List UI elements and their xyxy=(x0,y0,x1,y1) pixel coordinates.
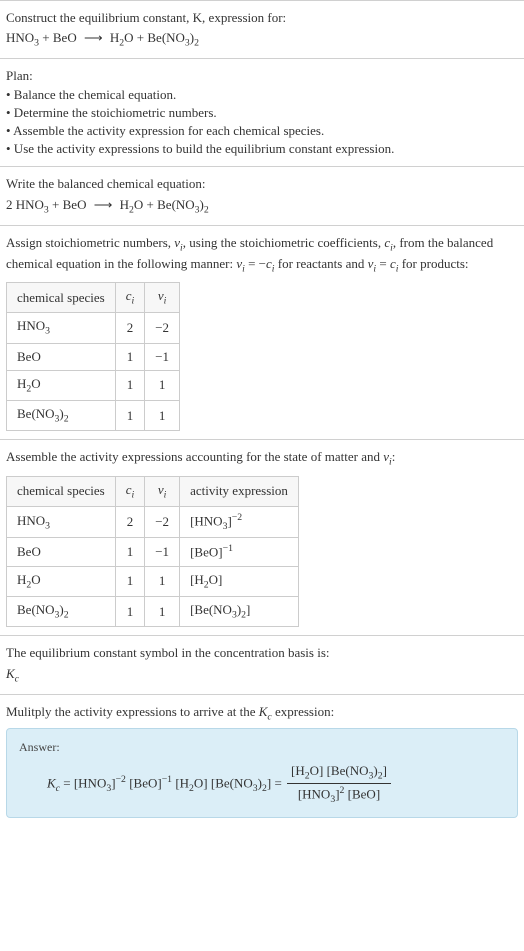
cell-species: HNO3 xyxy=(7,506,116,538)
cell-species: HNO3 xyxy=(7,313,116,343)
symbol-section: The equilibrium constant symbol in the c… xyxy=(0,635,524,693)
plan-bullet-4: • Use the activity expressions to build … xyxy=(6,140,518,158)
cell-species: Be(NO3)2 xyxy=(7,401,116,431)
col-species: chemical species xyxy=(7,476,116,506)
activity-table: chemical species ci νi activity expressi… xyxy=(6,476,299,628)
answer-box: Answer: Kc = [HNO3]−2 [BeO]−1 [H2O] [Be(… xyxy=(6,728,518,818)
cell-activity: [HNO3]−2 xyxy=(180,506,299,538)
cell-species: BeO xyxy=(7,343,116,370)
reaction-arrow-icon: ⟶ xyxy=(80,30,107,45)
plan-bullet-3: • Assemble the activity expression for e… xyxy=(6,122,518,140)
cell-nui: 1 xyxy=(145,566,180,596)
col-nui: νi xyxy=(145,283,180,313)
cell-nui: 1 xyxy=(145,597,180,627)
kc-symbol: Kc xyxy=(6,665,518,686)
plan-bullet-2: • Determine the stoichiometric numbers. xyxy=(6,104,518,122)
cell-nui: −2 xyxy=(145,313,180,343)
stoich-section: Assign stoichiometric numbers, νi, using… xyxy=(0,225,524,440)
balanced-equation: 2 HNO3 + BeO ⟶ H2O + Be(NO3)2 xyxy=(6,196,518,217)
cell-species: BeO xyxy=(7,538,116,567)
prompt-text: Construct the equilibrium constant, K, e… xyxy=(6,10,286,25)
table-row: H2O 1 1 [H2O] xyxy=(7,566,299,596)
species-hno3: HNO3 xyxy=(6,30,39,45)
table-header-row: chemical species ci νi activity expressi… xyxy=(7,476,299,506)
cell-ci: 2 xyxy=(115,313,145,343)
species-beno32: Be(NO3)2 xyxy=(147,30,199,45)
kc-expression: Kc = [HNO3]−2 [BeO]−1 [H2O] [Be(NO3)2] =… xyxy=(19,762,505,807)
balanced-section: Write the balanced chemical equation: 2 … xyxy=(0,166,524,224)
answer-label: Answer: xyxy=(19,739,505,756)
prompt-line1: Construct the equilibrium constant, K, e… xyxy=(6,9,518,27)
col-ci: ci xyxy=(115,476,145,506)
stoich-text: Assign stoichiometric numbers, νi, using… xyxy=(6,234,518,276)
species-h2o: H2O xyxy=(110,30,134,45)
cell-ci: 1 xyxy=(115,566,145,596)
table-row: BeO 1 −1 xyxy=(7,343,180,370)
species-beo: BeO xyxy=(63,197,87,212)
table-row: HNO3 2 −2 xyxy=(7,313,180,343)
cell-ci: 1 xyxy=(115,370,145,400)
fraction-numerator: [H2O] [Be(NO3)2] xyxy=(287,762,391,784)
table-row: Be(NO3)2 1 1 [Be(NO3)2] xyxy=(7,597,299,627)
stoich-table: chemical species ci νi HNO3 2 −2 BeO 1 −… xyxy=(6,282,180,431)
cell-ci: 1 xyxy=(115,597,145,627)
col-nui: νi xyxy=(145,476,180,506)
cell-activity: [H2O] xyxy=(180,566,299,596)
reaction-arrow-icon: ⟶ xyxy=(90,197,117,212)
col-activity: activity expression xyxy=(180,476,299,506)
activity-section: Assemble the activity expressions accoun… xyxy=(0,439,524,635)
plan-bullet-1: • Balance the chemical equation. xyxy=(6,86,518,104)
table-row: Be(NO3)2 1 1 xyxy=(7,401,180,431)
symbol-text: The equilibrium constant symbol in the c… xyxy=(6,644,518,662)
cell-nui: −1 xyxy=(145,343,180,370)
fraction-denominator: [HNO3]2 [BeO] xyxy=(287,784,391,807)
table-row: BeO 1 −1 [BeO]−1 xyxy=(7,538,299,567)
multiply-section: Mulitply the activity expressions to arr… xyxy=(0,694,524,826)
table-row: HNO3 2 −2 [HNO3]−2 xyxy=(7,506,299,538)
table-header-row: chemical species ci νi xyxy=(7,283,180,313)
cell-ci: 1 xyxy=(115,343,145,370)
cell-activity: [BeO]−1 xyxy=(180,538,299,567)
cell-species: H2O xyxy=(7,370,116,400)
cell-nui: −1 xyxy=(145,538,180,567)
activity-heading: Assemble the activity expressions accoun… xyxy=(6,448,518,469)
cell-nui: −2 xyxy=(145,506,180,538)
cell-ci: 1 xyxy=(115,401,145,431)
prompt-equation: HNO3 + BeO ⟶ H2O + Be(NO3)2 xyxy=(6,29,518,50)
prompt-section: Construct the equilibrium constant, K, e… xyxy=(0,0,524,58)
cell-nui: 1 xyxy=(145,370,180,400)
species-h2o: H2O xyxy=(120,197,144,212)
cell-species: H2O xyxy=(7,566,116,596)
multiply-text: Mulitply the activity expressions to arr… xyxy=(6,703,518,724)
cell-nui: 1 xyxy=(145,401,180,431)
species-beno32: Be(NO3)2 xyxy=(157,197,209,212)
species-beo: BeO xyxy=(53,30,77,45)
cell-activity: [Be(NO3)2] xyxy=(180,597,299,627)
plan-heading: Plan: xyxy=(6,67,518,85)
balanced-heading: Write the balanced chemical equation: xyxy=(6,175,518,193)
species-hno3: HNO3 xyxy=(16,197,49,212)
table-row: H2O 1 1 xyxy=(7,370,180,400)
col-ci: ci xyxy=(115,283,145,313)
plan-section: Plan: • Balance the chemical equation. •… xyxy=(0,58,524,166)
cell-ci: 1 xyxy=(115,538,145,567)
fraction: [H2O] [Be(NO3)2] [HNO3]2 [BeO] xyxy=(287,762,391,807)
cell-species: Be(NO3)2 xyxy=(7,597,116,627)
cell-ci: 2 xyxy=(115,506,145,538)
col-species: chemical species xyxy=(7,283,116,313)
